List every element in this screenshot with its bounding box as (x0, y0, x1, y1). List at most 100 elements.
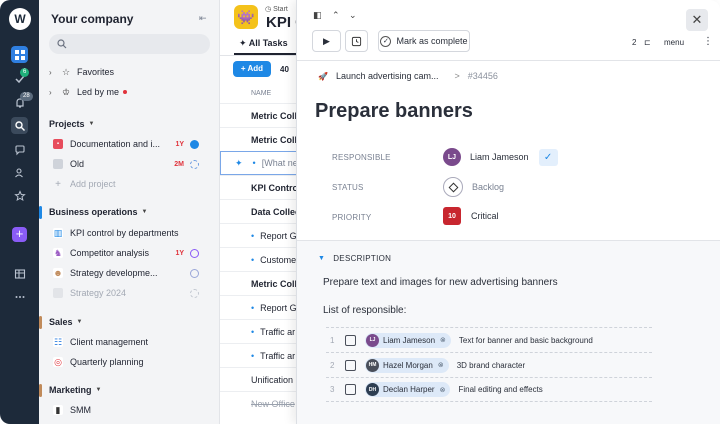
collapse-sidebar-icon[interactable]: ⇤ (199, 13, 207, 24)
add-task-button[interactable]: + Add (233, 61, 271, 77)
description-text[interactable]: Prepare text and images for new advertis… (323, 277, 558, 288)
sparkle-icon: ✦ (235, 157, 243, 168)
favorites-item[interactable]: › ☆ Favorites (49, 63, 114, 81)
chevron-right-icon: > (454, 71, 460, 81)
status-icon (190, 288, 199, 298)
remove-icon[interactable]: ⊗ (440, 336, 446, 344)
target-icon: ◎ (53, 356, 63, 367)
chevron-up-icon[interactable]: ⌃ (332, 10, 340, 21)
chevron-down-icon[interactable]: ⌄ (349, 10, 357, 21)
status-field[interactable]: Backlog (443, 177, 504, 197)
tab-all-tasks[interactable]: ✦ All Tasks (239, 38, 288, 49)
avatar: LJ (366, 333, 379, 347)
close-button[interactable]: ✕ (686, 9, 708, 31)
priority-field[interactable]: 10 Critical (443, 206, 499, 226)
add-project-button[interactable]: + Add project (53, 175, 199, 193)
table-row[interactable]: Metric Colle (220, 127, 300, 151)
sidebar-item-documentation[interactable]: ▪ Documentation and i... 1Y (53, 135, 199, 153)
checkbox[interactable] (345, 334, 356, 346)
section-business-operations[interactable]: Business operations ▼ (49, 204, 147, 220)
task-count: 40 (280, 65, 289, 74)
table-row[interactable]: Report G (220, 295, 300, 319)
panel-toggle-icon[interactable]: ◧ (313, 10, 322, 21)
section-projects[interactable]: Projects ▼ (49, 116, 94, 132)
users-icon[interactable] (11, 164, 28, 181)
checklist-row: 2 HM Hazel Morgan ⊗ 3D brand character (326, 352, 652, 377)
table-row[interactable]: Data Collec (220, 199, 300, 223)
figure-icon: ♞ (53, 247, 63, 258)
more-vertical-icon[interactable]: ⋮ (703, 36, 713, 47)
users-icon: ☷ (53, 336, 63, 347)
menu-button[interactable]: menu (664, 38, 684, 47)
chevron-right-icon: › (49, 87, 52, 97)
play-icon: ▶ (323, 35, 330, 46)
avatar: HM (366, 358, 379, 372)
status-icon (190, 268, 199, 278)
table-row[interactable]: Traffic ar (220, 343, 300, 367)
parent-breadcrumb[interactable]: 🚀 Launch advertising cam... > #34456 (318, 71, 498, 81)
person-chip[interactable]: DH Declan Harper ⊗ (365, 382, 451, 397)
mark-complete-button[interactable]: ✓ Mark as complete (378, 30, 470, 52)
play-button[interactable]: ▶ (312, 30, 341, 52)
description-toggle[interactable]: ▼ DESCRIPTION (318, 254, 391, 263)
app-logo[interactable]: W (9, 8, 31, 30)
table-row[interactable]: New Office (220, 391, 300, 415)
checkbox[interactable] (345, 384, 356, 395)
responsible-field[interactable]: LJ Liam Jameson ✓ (443, 147, 558, 167)
sidebar-item-strategy-2024[interactable]: Strategy 2024 (53, 284, 199, 302)
new-task-row[interactable]: ✦ • [What ne (220, 151, 300, 175)
project-icon (53, 288, 63, 298)
person-chip[interactable]: HM Hazel Morgan ⊗ (365, 357, 449, 373)
sidebar-item-competitor-analysis[interactable]: ♞ Competitor analysis 1Y (53, 244, 199, 262)
table-row[interactable]: Custome (220, 247, 300, 271)
table-row[interactable]: Report G (220, 223, 300, 247)
section-sales[interactable]: Sales ▼ (49, 314, 82, 330)
table-icon[interactable] (11, 265, 28, 282)
subtasks-icon[interactable]: ⊏ (644, 38, 651, 47)
divider (297, 60, 720, 61)
rocket-icon: 🚀 (318, 71, 328, 81)
sidebar-item-kpi-control[interactable]: ▥ KPI control by departments (53, 224, 199, 242)
company-title: Your company (51, 12, 134, 26)
sidebar-item-client-management[interactable]: ☷ Client management (53, 333, 199, 351)
column-header-name: NAME (251, 90, 272, 97)
plus-icon[interactable]: + (12, 227, 27, 242)
table-row[interactable]: KPI Control (220, 175, 300, 199)
caret-down-icon: ▼ (76, 319, 83, 325)
search-icon[interactable] (11, 117, 28, 134)
avatar: LJ (443, 148, 461, 166)
table-row[interactable]: Metric Colle (220, 103, 300, 127)
chat-icon[interactable] (11, 141, 28, 158)
task-title[interactable]: Prepare banners (315, 100, 473, 123)
sidebar-item-smm[interactable]: ▮ SMM (53, 401, 199, 419)
table-row[interactable]: Metric Colle (220, 271, 300, 295)
led-by-me-item[interactable]: › ♔ Led by me (49, 83, 128, 101)
checkbox[interactable] (345, 359, 356, 371)
divider (297, 240, 720, 241)
remove-icon[interactable]: ⊗ (440, 386, 446, 394)
task-detail-panel: ◧ ⌃ ⌄ ✕ ▶ ✓ Mark as complete 2 ⊏ menu ⋮ … (296, 0, 720, 424)
more-icon[interactable] (11, 288, 28, 305)
timer-button[interactable] (345, 30, 368, 52)
status-label: STATUS (332, 183, 364, 192)
table-row[interactable]: Traffic ar (220, 319, 300, 343)
caret-down-icon: ▼ (141, 209, 148, 215)
section-color-bar (39, 316, 42, 329)
table-row[interactable]: Unification (220, 367, 300, 391)
sidebar-item-old[interactable]: Old 2M (53, 155, 199, 173)
crown-icon: ♔ (61, 86, 71, 97)
remove-icon[interactable]: ⊗ (438, 361, 444, 369)
sidebar-item-strategy-development[interactable]: ☻ Strategy developme... (53, 264, 199, 282)
person-chip[interactable]: LJ Liam Jameson ⊗ (365, 332, 451, 348)
subtask-count: 2 (632, 38, 637, 47)
check-icon[interactable]: ✓ (538, 148, 558, 166)
task-list-area: 👾 ◷ Start KPI C ✦ All Tasks + Add 40 NAM… (220, 0, 300, 424)
star-icon[interactable] (11, 187, 28, 204)
backlog-status-icon (443, 177, 463, 197)
grid-icon[interactable] (11, 46, 28, 63)
checklist-row: 3 DH Declan Harper ⊗ Final editing and e… (326, 377, 652, 402)
sidebar-item-quarterly-planning[interactable]: ◎ Quarterly planning (53, 353, 199, 371)
section-marketing[interactable]: Marketing ▼ (49, 382, 101, 398)
sidebar-search-input[interactable] (49, 34, 210, 54)
breadcrumb[interactable]: ◷ Start (265, 5, 288, 13)
